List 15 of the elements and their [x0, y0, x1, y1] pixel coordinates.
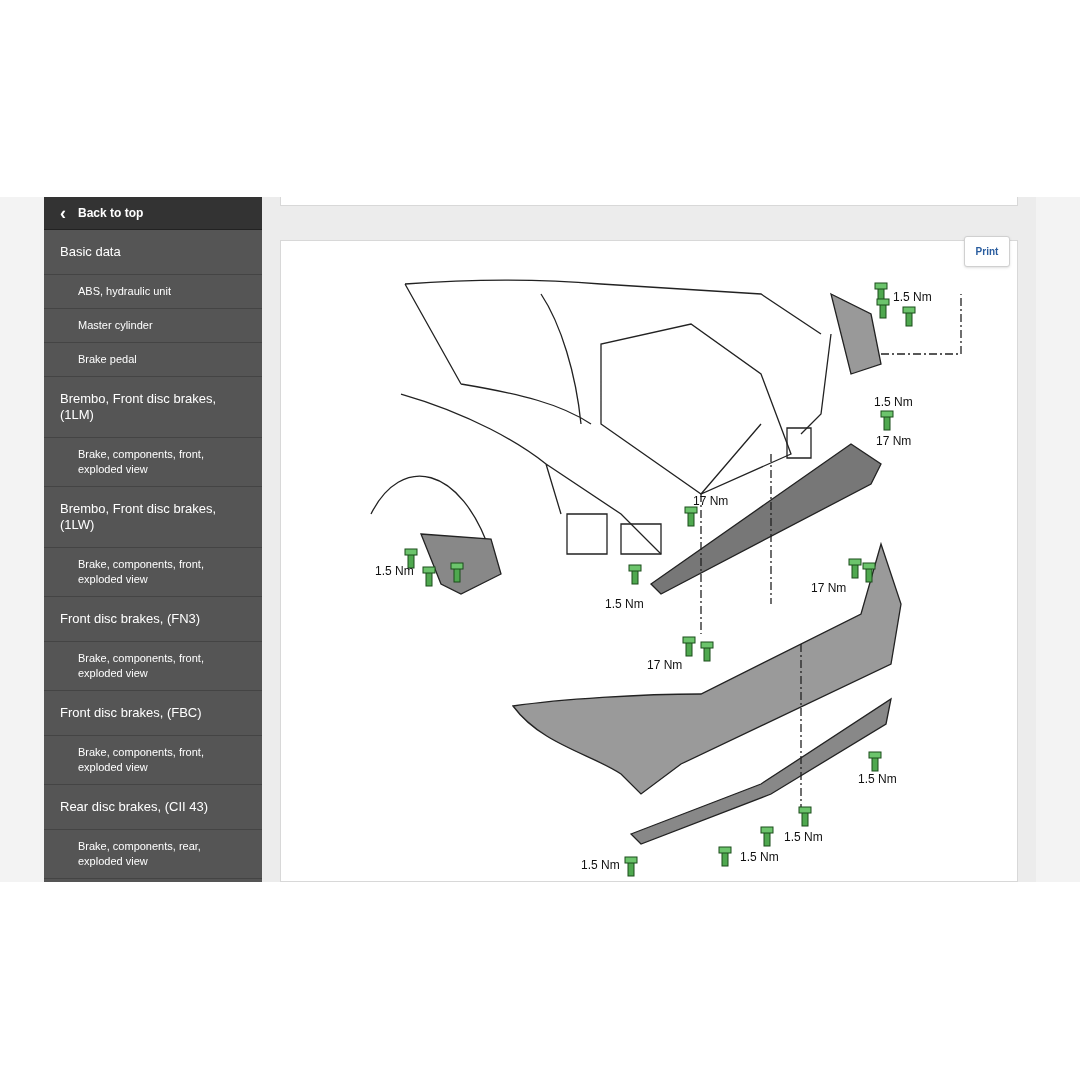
torque-label: 1.5 Nm	[605, 597, 644, 611]
torque-label: 17 Nm	[811, 581, 847, 595]
torque-label: 17 Nm	[647, 658, 683, 672]
torque-label: 17 Nm	[876, 434, 912, 448]
torque-label: 1.5 Nm	[375, 564, 414, 578]
back-to-top-link[interactable]: ‹ Back to top	[44, 197, 262, 230]
print-button[interactable]: Print	[964, 236, 1010, 267]
torque-label: 1.5 Nm	[581, 858, 620, 872]
chevron-left-icon: ‹	[60, 204, 66, 222]
torque-label: 17 Nm	[693, 494, 729, 508]
torque-label: 1.5 Nm	[784, 830, 823, 844]
torque-label: 1.5 Nm	[893, 290, 932, 304]
torque-label: 1.5 Nm	[874, 395, 913, 409]
torque-label: 1.5 Nm	[740, 850, 779, 864]
torque-label: 1.5 Nm	[858, 772, 897, 786]
